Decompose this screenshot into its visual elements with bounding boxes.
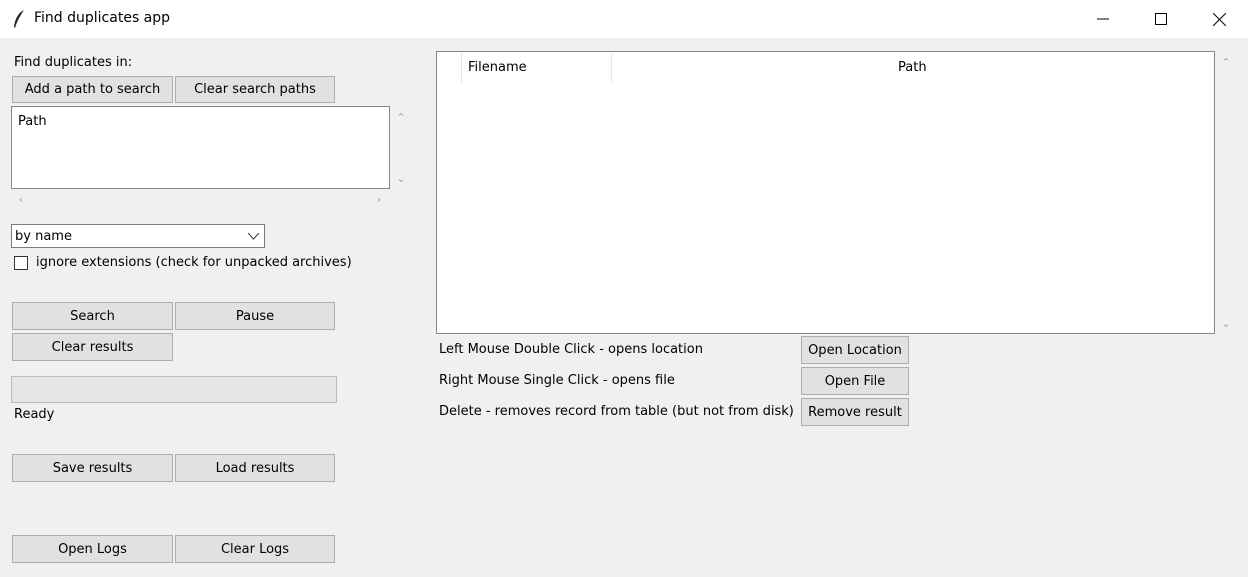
ignore-extensions-label: ignore extensions (check for unpacked ar… [36, 255, 352, 270]
pause-button[interactable]: Pause [175, 302, 335, 330]
clear-results-button[interactable]: Clear results [12, 333, 173, 361]
feather-icon [14, 10, 24, 28]
open-logs-button[interactable]: Open Logs [12, 535, 173, 563]
clear-search-paths-button[interactable]: Clear search paths [175, 76, 335, 103]
chevron-down-icon [248, 233, 259, 240]
progress-bar [11, 376, 337, 403]
clear-logs-button[interactable]: Clear Logs [175, 535, 335, 563]
search-mode-select[interactable]: by name [11, 224, 265, 248]
maximize-button[interactable] [1132, 0, 1190, 38]
open-file-button[interactable]: Open File [801, 367, 909, 395]
minimize-button[interactable] [1074, 0, 1132, 38]
search-mode-value: by name [15, 229, 72, 244]
ignore-extensions-checkbox[interactable] [14, 256, 28, 270]
table-scroll-up-icon[interactable]: ⌃ [1219, 55, 1233, 69]
find-in-label: Find duplicates in: [14, 55, 133, 70]
scroll-up-icon[interactable]: ⌃ [394, 110, 408, 124]
right-click-help-text: Right Mouse Single Click - opens file [439, 373, 675, 388]
open-location-button[interactable]: Open Location [801, 336, 909, 364]
search-button[interactable]: Search [12, 302, 173, 330]
maximize-icon [1155, 13, 1167, 25]
column-header-filename[interactable]: Filename [468, 60, 527, 75]
add-path-button[interactable]: Add a path to search [12, 76, 173, 103]
double-click-help-text: Left Mouse Double Click - opens location [439, 342, 703, 357]
status-text: Ready [14, 407, 55, 422]
scroll-right-icon[interactable]: › [372, 192, 386, 206]
close-button[interactable] [1190, 0, 1248, 38]
column-separator [461, 53, 462, 83]
minimize-icon [1097, 18, 1109, 20]
window-title: Find duplicates app [34, 10, 171, 26]
results-table[interactable]: Filename Path [436, 51, 1215, 334]
delete-help-text: Delete - removes record from table (but … [439, 404, 794, 419]
remove-result-button[interactable]: Remove result [801, 398, 909, 426]
scroll-left-icon[interactable]: ‹ [14, 192, 28, 206]
search-paths-listbox[interactable]: Path [11, 106, 390, 189]
load-results-button[interactable]: Load results [175, 454, 335, 482]
title-bar: Find duplicates app [0, 0, 1248, 38]
save-results-button[interactable]: Save results [12, 454, 173, 482]
list-item[interactable]: Path [18, 114, 47, 129]
column-header-path[interactable]: Path [898, 60, 927, 75]
column-separator [611, 53, 612, 83]
scroll-down-icon[interactable]: ⌄ [394, 171, 408, 185]
close-icon [1212, 12, 1226, 26]
table-scroll-down-icon[interactable]: ⌄ [1219, 316, 1233, 330]
